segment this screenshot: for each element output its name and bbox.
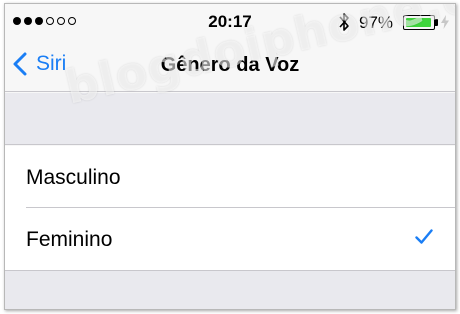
option-row-feminino[interactable]: Feminino [5,208,455,270]
option-label: Masculino [26,166,121,189]
battery-fill [406,18,432,27]
checkmark-icon [415,229,433,244]
option-label: Feminino [26,228,113,251]
section-spacer [5,270,455,309]
voice-gender-list: Masculino Feminino [5,146,455,270]
option-row-masculino[interactable]: Masculino [5,146,455,208]
battery-percent: 97% [359,13,394,32]
phone-screen: 20:17 97% Siri Gênero da Voz Masculino F… [4,3,456,310]
status-bar: 20:17 97% [5,4,455,40]
page-title: Gênero da Voz [160,54,300,76]
bluetooth-icon [339,13,349,31]
navigation-bar: Siri Gênero da Voz [5,40,455,92]
section-spacer [5,93,455,145]
lightning-bolt-icon [441,15,449,29]
battery-icon [403,15,438,30]
